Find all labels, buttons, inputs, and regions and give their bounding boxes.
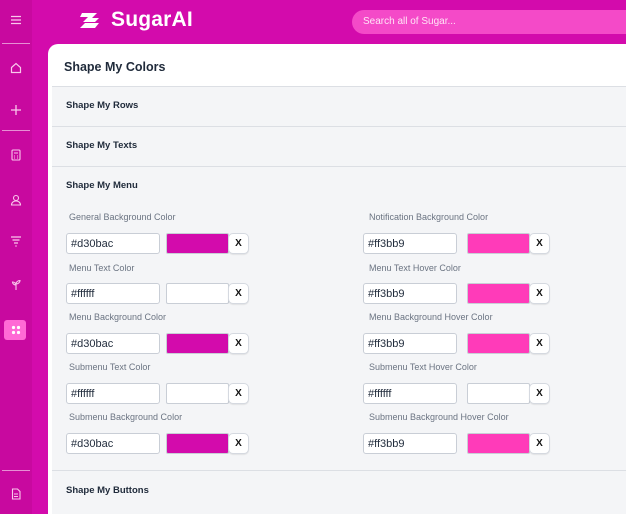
submenu-bg-hover-clear-button[interactable]: X [529, 433, 550, 454]
sidebar-divider [2, 43, 30, 44]
field-label: Submenu Background Hover Color [369, 412, 509, 422]
menu-bg-clear-button[interactable]: X [228, 333, 249, 354]
apps-grid-icon[interactable] [0, 318, 32, 342]
notification-bg-color-input[interactable]: #ff3bb9 [363, 233, 457, 254]
sidebar-divider [2, 130, 30, 131]
field-label: Submenu Text Color [69, 362, 151, 372]
field-label: Menu Text Color [69, 263, 135, 273]
home-icon[interactable] [0, 56, 32, 80]
sidebar [0, 0, 32, 514]
filter-icon[interactable] [0, 229, 32, 253]
submenu-bg-hover-color-swatch[interactable] [467, 433, 530, 454]
submenu-text-clear-button[interactable]: X [228, 383, 249, 404]
panel-title: Shape My Buttons [66, 485, 149, 496]
general-bg-color-input[interactable]: #d30bac [66, 233, 160, 254]
menu-text-hover-clear-button[interactable]: X [529, 283, 550, 304]
field-label: Notification Background Color [369, 212, 489, 222]
panel-title: Shape My Menu [66, 180, 138, 191]
submenu-bg-color-swatch[interactable] [166, 433, 229, 454]
submenu-bg-hover-color-input[interactable]: #ff3bb9 [363, 433, 457, 454]
menu-bg-hover-color-swatch[interactable] [467, 333, 530, 354]
panel-shape-my-rows[interactable]: Shape My Rows [52, 86, 626, 126]
field-label: Menu Background Hover Color [369, 312, 493, 322]
submenu-text-hover-color-input[interactable]: #ffffff [363, 383, 457, 404]
app-logo[interactable]: SugarAI [78, 8, 193, 32]
field-label: General Background Color [69, 212, 176, 222]
panel-title: Shape My Texts [66, 140, 138, 151]
field-label: Submenu Text Hover Color [369, 362, 477, 372]
panel-title: Shape My Rows [66, 100, 139, 111]
submenu-text-hover-color-swatch[interactable] [467, 383, 530, 404]
submenu-text-color-swatch[interactable] [166, 383, 229, 404]
general-bg-color-swatch[interactable] [166, 233, 229, 254]
page-title: Shape My Colors [64, 60, 166, 74]
app-name: SugarAI [111, 8, 193, 31]
menu-text-clear-button[interactable]: X [228, 283, 249, 304]
calculator-icon[interactable] [0, 143, 32, 167]
submenu-bg-color-input[interactable]: #d30bac [66, 433, 160, 454]
menu-icon[interactable] [0, 8, 32, 32]
submenu-text-hover-clear-button[interactable]: X [529, 383, 550, 404]
field-label: Menu Text Hover Color [369, 263, 461, 273]
document-icon[interactable] [0, 482, 32, 506]
notification-bg-clear-button[interactable]: X [529, 233, 550, 254]
menu-bg-color-swatch[interactable] [166, 333, 229, 354]
plus-icon[interactable] [0, 98, 32, 122]
menu-text-color-swatch[interactable] [166, 283, 229, 304]
plant-icon[interactable] [0, 273, 32, 297]
user-icon[interactable] [0, 188, 32, 212]
menu-bg-color-input[interactable]: #d30bac [66, 333, 160, 354]
submenu-text-color-input[interactable]: #ffffff [66, 383, 160, 404]
panel-shape-my-texts[interactable]: Shape My Texts [52, 126, 626, 166]
sugar-logo-icon [80, 13, 99, 28]
global-search-input[interactable]: Search all of Sugar... [352, 10, 626, 34]
field-label: Menu Background Color [69, 312, 167, 322]
panel-shape-my-menu: Shape My Menu General Background Color #… [52, 166, 626, 470]
submenu-bg-clear-button[interactable]: X [228, 433, 249, 454]
menu-text-hover-color-swatch[interactable] [467, 283, 530, 304]
panel-shape-my-buttons[interactable]: Shape My Buttons [52, 470, 626, 514]
notification-bg-color-swatch[interactable] [467, 233, 530, 254]
menu-bg-hover-clear-button[interactable]: X [529, 333, 550, 354]
general-bg-clear-button[interactable]: X [228, 233, 249, 254]
sidebar-divider [2, 470, 30, 471]
menu-text-hover-color-input[interactable]: #ff3bb9 [363, 283, 457, 304]
main-content: Shape My Colors Shape My Rows Shape My T… [48, 44, 626, 514]
field-label: Submenu Background Color [69, 412, 183, 422]
menu-text-color-input[interactable]: #ffffff [66, 283, 160, 304]
menu-bg-hover-color-input[interactable]: #ff3bb9 [363, 333, 457, 354]
